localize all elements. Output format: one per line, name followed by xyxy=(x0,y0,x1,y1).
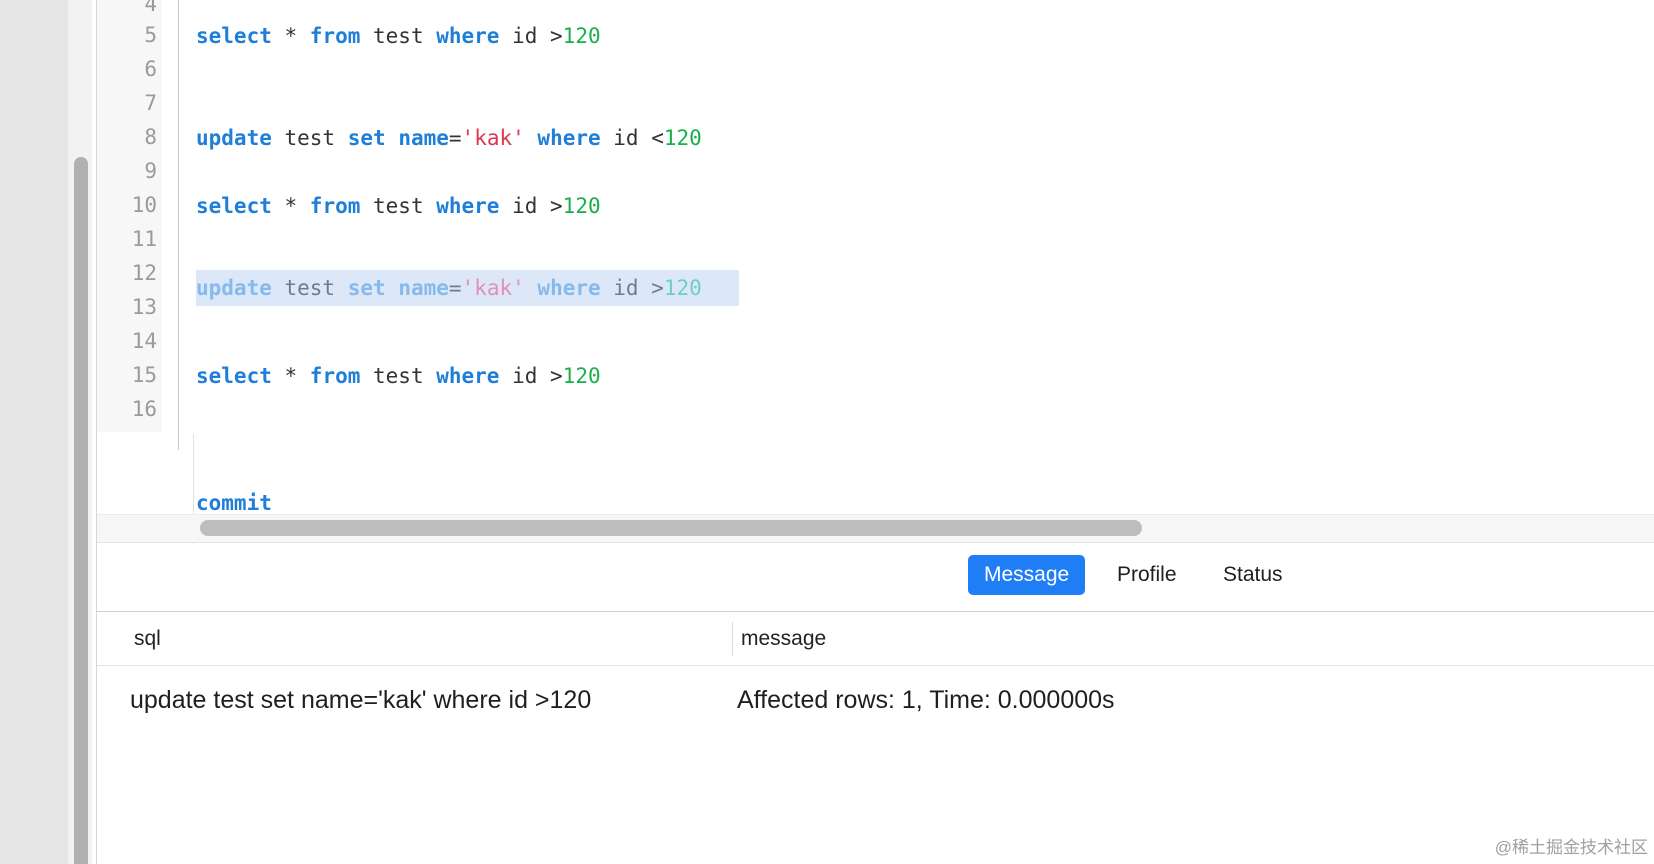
line-number: 11 xyxy=(131,227,157,251)
line-number: 7 xyxy=(144,91,157,115)
line-number: 8 xyxy=(144,125,157,149)
result-cell-message[interactable]: Affected rows: 1, Time: 0.000000s xyxy=(737,682,1115,718)
code-token-kw: select xyxy=(196,194,272,218)
code-token-plain: test xyxy=(360,194,437,218)
code-token-kw: where xyxy=(436,194,500,218)
code-token-kw: from xyxy=(309,24,361,48)
code-token-kw: where xyxy=(537,126,601,150)
horizontal-scrollbar-thumb[interactable] xyxy=(200,520,1142,536)
tab-profile[interactable]: Profile xyxy=(1101,555,1193,595)
code-line-selected[interactable]: update test set name='kak' where id >120 xyxy=(196,270,702,306)
code-token-plain: * xyxy=(271,194,310,218)
line-number: 9 xyxy=(144,159,157,183)
line-number: 14 xyxy=(131,329,157,353)
code-token-num: 120 xyxy=(562,194,601,218)
code-token-kw: update xyxy=(196,126,272,150)
code-token-plain: id > xyxy=(499,364,563,388)
code-token-plain: = xyxy=(448,126,462,150)
code-line[interactable]: select * from test where id >120 xyxy=(196,358,601,394)
code-token-kw: where xyxy=(537,276,601,300)
line-number: 13 xyxy=(131,295,157,319)
code-token-plain: id > xyxy=(600,276,664,300)
code-token-plain: test xyxy=(360,24,437,48)
code-token-plain: id < xyxy=(600,126,664,150)
code-token-plain: id > xyxy=(499,24,563,48)
column-header-message[interactable]: message xyxy=(741,624,826,654)
code-token-num: 120 xyxy=(663,276,702,300)
code-token-plain: = xyxy=(448,276,462,300)
code-line[interactable]: select * from test where id >120 xyxy=(196,188,601,224)
column-header-sql[interactable]: sql xyxy=(134,624,161,654)
result-cell-sql[interactable]: update test set name='kak' where id >120 xyxy=(130,682,591,718)
code-token-num: 120 xyxy=(663,126,702,150)
code-line[interactable]: update test set name='kak' where id <120 xyxy=(196,120,702,156)
tab-message[interactable]: Message xyxy=(968,555,1086,595)
code-token-kw: select xyxy=(196,24,272,48)
code-line[interactable]: select * from test where id >120 xyxy=(196,18,601,54)
code-token-str: 'kak' xyxy=(461,126,525,150)
line-number: 10 xyxy=(131,193,157,217)
column-resize-handle[interactable] xyxy=(732,622,733,656)
code-token-num: 120 xyxy=(562,24,601,48)
tab-status[interactable]: Status xyxy=(1207,555,1299,595)
code-token-kw: select xyxy=(196,364,272,388)
code-token-kw: from xyxy=(309,194,361,218)
result-tabs-bar xyxy=(97,545,1654,612)
line-number: 5 xyxy=(144,23,157,47)
code-token-plain: test xyxy=(360,364,437,388)
code-token-kw: set xyxy=(347,126,386,150)
code-token-kw: set xyxy=(347,276,386,300)
code-token-kw: name xyxy=(398,126,449,150)
gutter-divider xyxy=(178,0,179,450)
code-token-plain: * xyxy=(271,24,310,48)
line-number: 12 xyxy=(131,261,157,285)
left-panel-edge xyxy=(0,0,68,864)
code-token-plain: test xyxy=(271,276,348,300)
code-token-kw: from xyxy=(309,364,361,388)
code-token-kw: update xyxy=(196,276,272,300)
code-token-kw: where xyxy=(436,364,500,388)
watermark: @稀土掘金技术社区 xyxy=(1494,838,1648,857)
code-token-plain: test xyxy=(271,126,348,150)
code-token-kw: name xyxy=(398,276,449,300)
result-grid-header xyxy=(97,612,1654,666)
line-number: 6 xyxy=(144,57,157,81)
code-token-kw: commit xyxy=(196,491,272,515)
code-token-num: 120 xyxy=(562,364,601,388)
left-scrollbar-thumb[interactable] xyxy=(74,157,88,864)
code-token-plain: id > xyxy=(499,194,563,218)
line-number: 16 xyxy=(131,397,157,421)
sql-editor[interactable]: 4 5 6 7 8 9 10 11 12 13 14 15 16 select … xyxy=(97,0,1654,545)
code-token-str: 'kak' xyxy=(461,276,525,300)
code-token-kw: where xyxy=(436,24,500,48)
line-number: 15 xyxy=(131,363,157,387)
code-token-plain: * xyxy=(271,364,310,388)
